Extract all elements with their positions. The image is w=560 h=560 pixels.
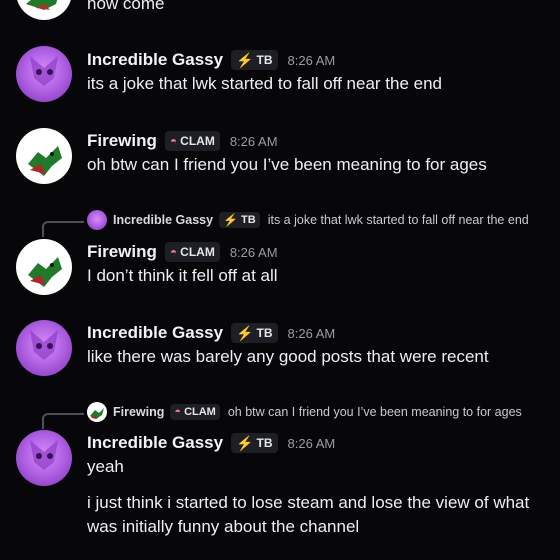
guild-tag-label: TB [256,326,273,340]
guild-tag-label: TB [256,53,273,67]
reply-preview[interactable]: Incredible Gassy ⚡ TB its a joke that lw… [87,210,529,230]
incredible-gassy-avatar[interactable] [16,320,72,376]
timestamp: 8:26 AM [287,52,336,68]
reply-preview[interactable]: Firewing ◓ CLAM oh btw can I friend you … [87,402,522,422]
message-text: I don’t think it fell off at all [87,266,278,285]
reply-spine [42,221,84,237]
message-text: now come [87,0,165,13]
guild-tag-label: CLAM [180,134,215,148]
firewing-avatar [87,402,107,422]
author-name[interactable]: Firewing [87,131,157,151]
guild-tag[interactable]: ◓ CLAM [164,242,220,262]
message-text: was initially funny about the channel [87,517,360,536]
guild-tag: ⚡ TB [219,212,260,228]
reply-author: Firewing [113,405,165,419]
bolt-icon: ⚡ [223,213,239,227]
firewing-avatar[interactable] [16,0,72,20]
guild-tag[interactable]: ⚡ TB [231,323,278,343]
guild-tag: ◓ CLAM [170,404,220,420]
incredible-gassy-avatar [87,210,107,230]
bolt-icon: ⚡ [236,434,254,451]
clam-icon: ◓ [169,245,178,259]
message-text: like there was barely any good posts tha… [87,347,489,366]
incredible-gassy-avatar[interactable] [16,46,72,102]
guild-tag[interactable]: ⚡ TB [231,433,278,453]
guild-tag[interactable]: ⚡ TB [231,50,278,70]
message-text: yeah [87,457,124,476]
reply-text: its a joke that lwk started to fall off … [267,213,529,227]
guild-tag-label: TB [241,214,256,226]
clam-icon: ◓ [174,406,182,418]
guild-tag-label: CLAM [180,245,215,259]
reply-text: oh btw can I friend you I’ve been meanin… [227,405,522,419]
incredible-gassy-avatar[interactable] [16,430,72,486]
author-name[interactable]: Firewing [87,242,157,262]
message-text: oh btw can I friend you I’ve been meanin… [87,155,487,174]
author-name[interactable]: Incredible Gassy [87,433,223,453]
guild-tag[interactable]: ◓ CLAM [164,131,220,151]
bolt-icon: ⚡ [236,324,254,341]
timestamp: 8:26 AM [287,435,336,451]
bolt-icon: ⚡ [236,51,254,68]
firewing-avatar[interactable] [16,128,72,184]
author-name[interactable]: Incredible Gassy [87,50,223,70]
reply-author: Incredible Gassy [113,213,214,227]
timestamp: 8:26 AM [229,244,278,260]
clam-icon: ◓ [169,134,178,148]
guild-tag-label: TB [256,436,273,450]
reply-spine [42,413,84,429]
timestamp: 8:26 AM [287,325,336,341]
firewing-avatar[interactable] [16,239,72,295]
guild-tag-label: CLAM [184,406,216,418]
author-name[interactable]: Incredible Gassy [87,323,223,343]
message-text: its a joke that lwk started to fall off … [87,74,442,93]
message-text: i just think i started to lose steam and… [87,493,530,512]
timestamp: 8:26 AM [229,133,278,149]
